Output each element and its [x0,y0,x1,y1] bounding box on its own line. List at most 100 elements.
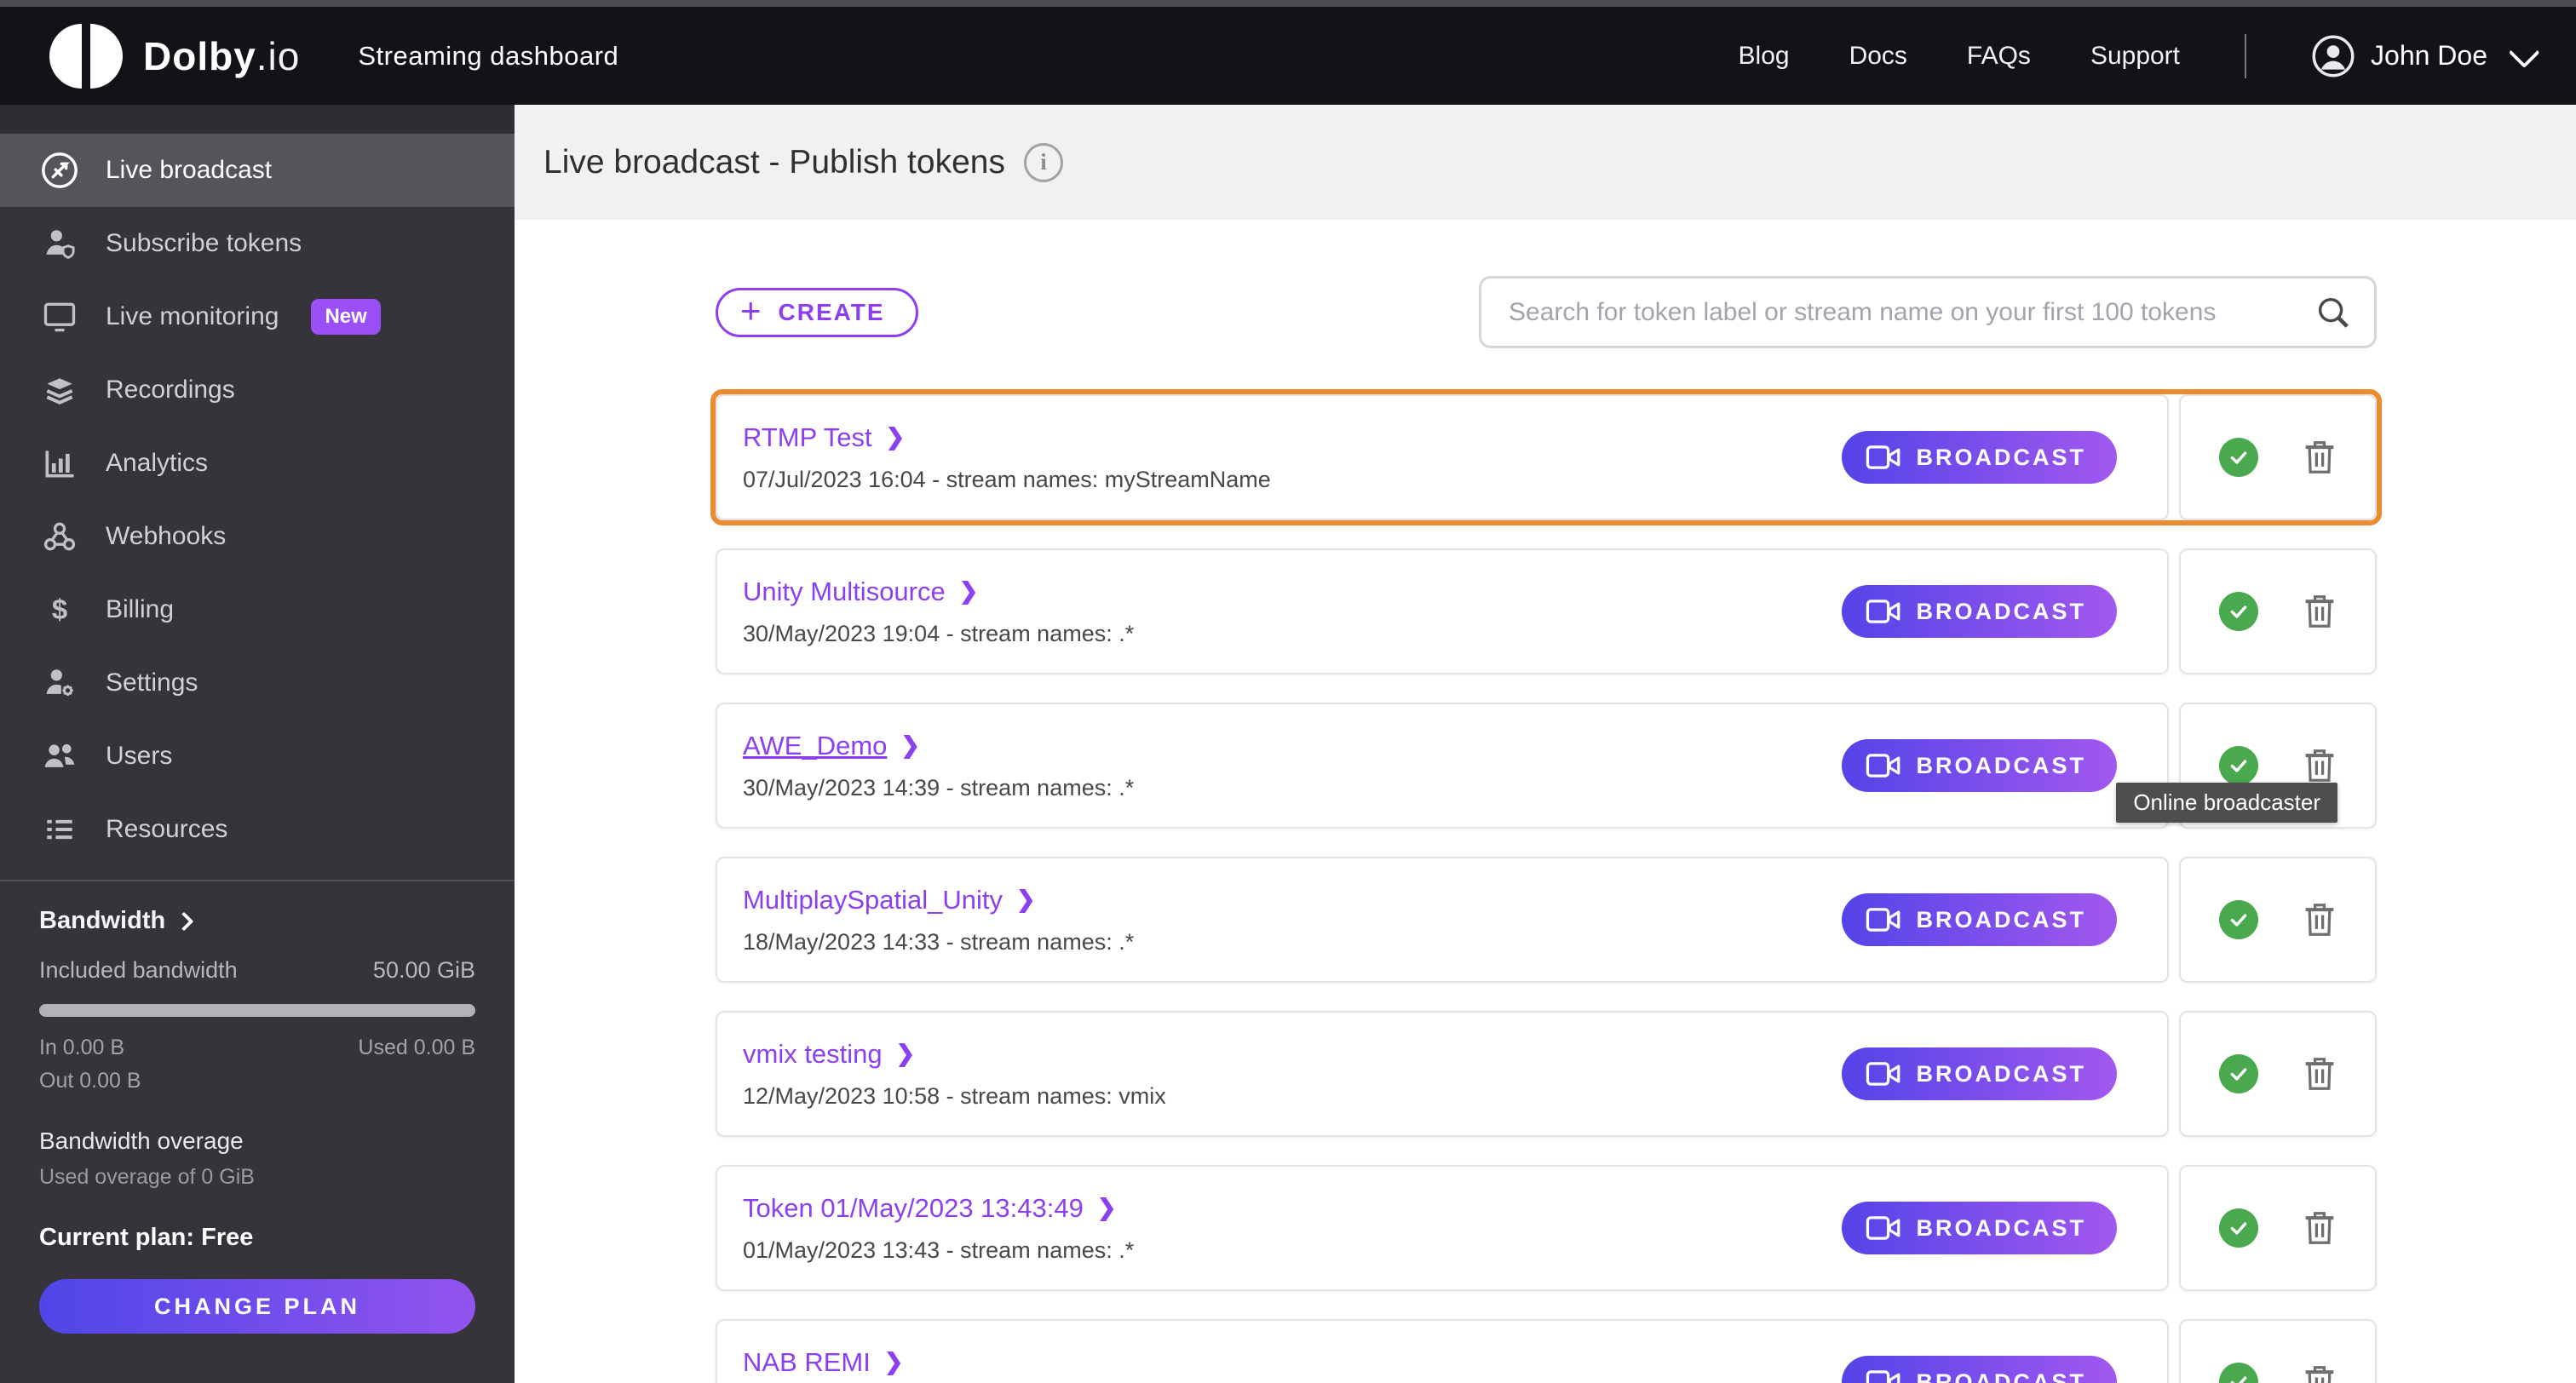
product-name: Streaming dashboard [358,40,619,71]
status-check-icon[interactable] [2219,1054,2258,1093]
token-status-card: Online broadcaster [2116,703,2377,829]
token-link[interactable]: Unity Multisource ❯ [743,577,978,607]
trash-icon [2305,1366,2334,1383]
token-row: RTMP Test ❯ 07/Jul/2023 16:04 - stream n… [710,389,2382,525]
sidebar-item-label: Billing [106,595,175,623]
bandwidth-overage-detail: Used overage of 0 GiB [39,1165,255,1189]
nav-support[interactable]: Support [2090,42,2180,71]
current-plan-label: Current plan: Free [39,1224,254,1251]
status-check-icon[interactable] [2219,746,2258,785]
broadcast-button-label: BROADCAST [1916,1369,2086,1383]
broadcast-button[interactable]: BROADCAST [1841,1356,2117,1383]
token-link[interactable]: vmix testing ❯ [743,1039,915,1070]
search-icon[interactable] [2314,293,2353,336]
change-plan-button[interactable]: CHANGE PLAN [39,1279,475,1334]
sidebar: Live broadcast Subscribe tokens Live mon… [0,105,515,1383]
included-bandwidth-label: Included bandwidth [39,957,238,983]
bar-chart-icon [39,445,80,482]
status-check-icon[interactable] [2219,438,2258,477]
token-row: NAB REMI ❯ 14/Apr/2023 09:03 - stream na… [716,1319,2377,1383]
live-broadcast-icon [39,151,80,190]
sidebar-item-webhooks[interactable]: Webhooks [0,500,515,573]
sidebar-item-subscribe-tokens[interactable]: Subscribe tokens [0,207,515,280]
delete-button[interactable] [2303,1209,2337,1247]
token-label: RTMP Test [743,422,872,452]
new-badge: New [311,299,381,335]
sidebar-item-label: Resources [106,815,228,843]
included-bandwidth-value: 50.00 GiB [372,957,475,983]
toolbar: + CREATE [716,276,2377,348]
delete-button[interactable] [2303,1055,2337,1093]
token-status-card [2179,1011,2377,1137]
status-check-icon[interactable] [2219,900,2258,939]
broadcast-button-label: BROADCAST [1916,444,2086,470]
info-icon[interactable]: i [1023,142,1063,182]
sidebar-item-label: Live monitoring [106,302,279,330]
broadcast-button[interactable]: BROADCAST [1841,1047,2117,1100]
sidebar-item-users[interactable]: Users [0,720,515,793]
sidebar-item-label: Recordings [106,376,235,404]
chevron-down-icon [2508,36,2540,68]
sidebar-item-live-broadcast[interactable]: Live broadcast [0,134,515,207]
page-title-bar: Live broadcast - Publish tokens i [515,105,2576,220]
token-label: Unity Multisource [743,576,946,606]
top-bar: Dolby.io Streaming dashboard Blog Docs F… [0,7,2576,105]
token-label: NAB REMI [743,1346,871,1377]
search-input[interactable] [1479,276,2377,348]
avatar-icon [2312,35,2355,77]
delete-button[interactable] [2303,1363,2337,1383]
main-area: Live broadcast - Publish tokens i + CREA… [515,105,2576,1383]
sidebar-item-recordings[interactable]: Recordings [0,353,515,427]
delete-button[interactable] [2303,747,2337,784]
trash-icon [2305,904,2334,936]
token-status-card [2179,548,2377,674]
sidebar-item-label: Subscribe tokens [106,229,302,257]
nav-faqs[interactable]: FAQs [1967,42,2031,71]
broadcast-button-label: BROADCAST [1916,598,2086,624]
nav-blog[interactable]: Blog [1739,42,1790,71]
app-window: Dolby.io Streaming dashboard Blog Docs F… [0,0,2576,1383]
sidebar-item-settings[interactable]: Settings [0,646,515,720]
user-menu[interactable]: John Doe [2311,34,2540,78]
broadcast-button[interactable]: BROADCAST [1841,739,2117,792]
token-row: AWE_Demo ❯ 30/May/2023 14:39 - stream na… [716,703,2377,829]
token-card: RTMP Test ❯ 07/Jul/2023 16:04 - stream n… [716,394,2169,520]
broadcast-button[interactable]: BROADCAST [1841,431,2117,484]
trash-icon [2305,1058,2334,1090]
status-check-icon[interactable] [2219,1363,2258,1383]
token-link[interactable]: AWE_Demo ❯ [743,731,920,761]
token-link[interactable]: MultiplaySpatial_Unity ❯ [743,885,1036,915]
dolby-logo[interactable]: Dolby.io [49,23,301,89]
brand-name: Dolby.io [143,33,301,78]
bandwidth-header[interactable]: Bandwidth [39,907,475,935]
delete-button[interactable] [2303,901,2337,938]
broadcast-button[interactable]: BROADCAST [1841,1202,2117,1254]
sidebar-item-resources[interactable]: Resources [0,793,515,866]
sidebar-item-billing[interactable]: $ Billing [0,573,515,646]
delete-button[interactable] [2303,593,2337,630]
sidebar-item-label: Settings [106,669,198,697]
broadcast-button-label: BROADCAST [1916,752,2086,778]
dollar-icon: $ [39,591,80,628]
svg-text:$: $ [52,594,67,625]
sidebar-item-live-monitoring[interactable]: Live monitoring New [0,280,515,353]
sidebar-item-label: Live broadcast [106,156,273,184]
status-check-icon[interactable] [2219,592,2258,631]
sidebar-item-label: Users [106,742,173,770]
token-link[interactable]: Token 01/May/2023 13:43:49 ❯ [743,1193,1116,1224]
dolby-double-d-left-icon [49,23,82,89]
sidebar-item-analytics[interactable]: Analytics [0,427,515,500]
create-button[interactable]: + CREATE [716,287,918,337]
online-broadcaster-tooltip: Online broadcaster [2116,783,2337,823]
token-link[interactable]: NAB REMI ❯ [743,1347,903,1378]
token-link[interactable]: RTMP Test ❯ [743,422,905,453]
video-camera-icon [1866,1216,1900,1240]
status-check-icon[interactable] [2219,1208,2258,1248]
monitor-icon [39,298,80,336]
nav-docs[interactable]: Docs [1849,42,1907,71]
delete-button[interactable] [2303,439,2337,476]
person-shield-icon [39,225,80,262]
chevron-right-icon: ❯ [885,424,906,450]
broadcast-button[interactable]: BROADCAST [1841,893,2117,946]
broadcast-button[interactable]: BROADCAST [1841,585,2117,638]
